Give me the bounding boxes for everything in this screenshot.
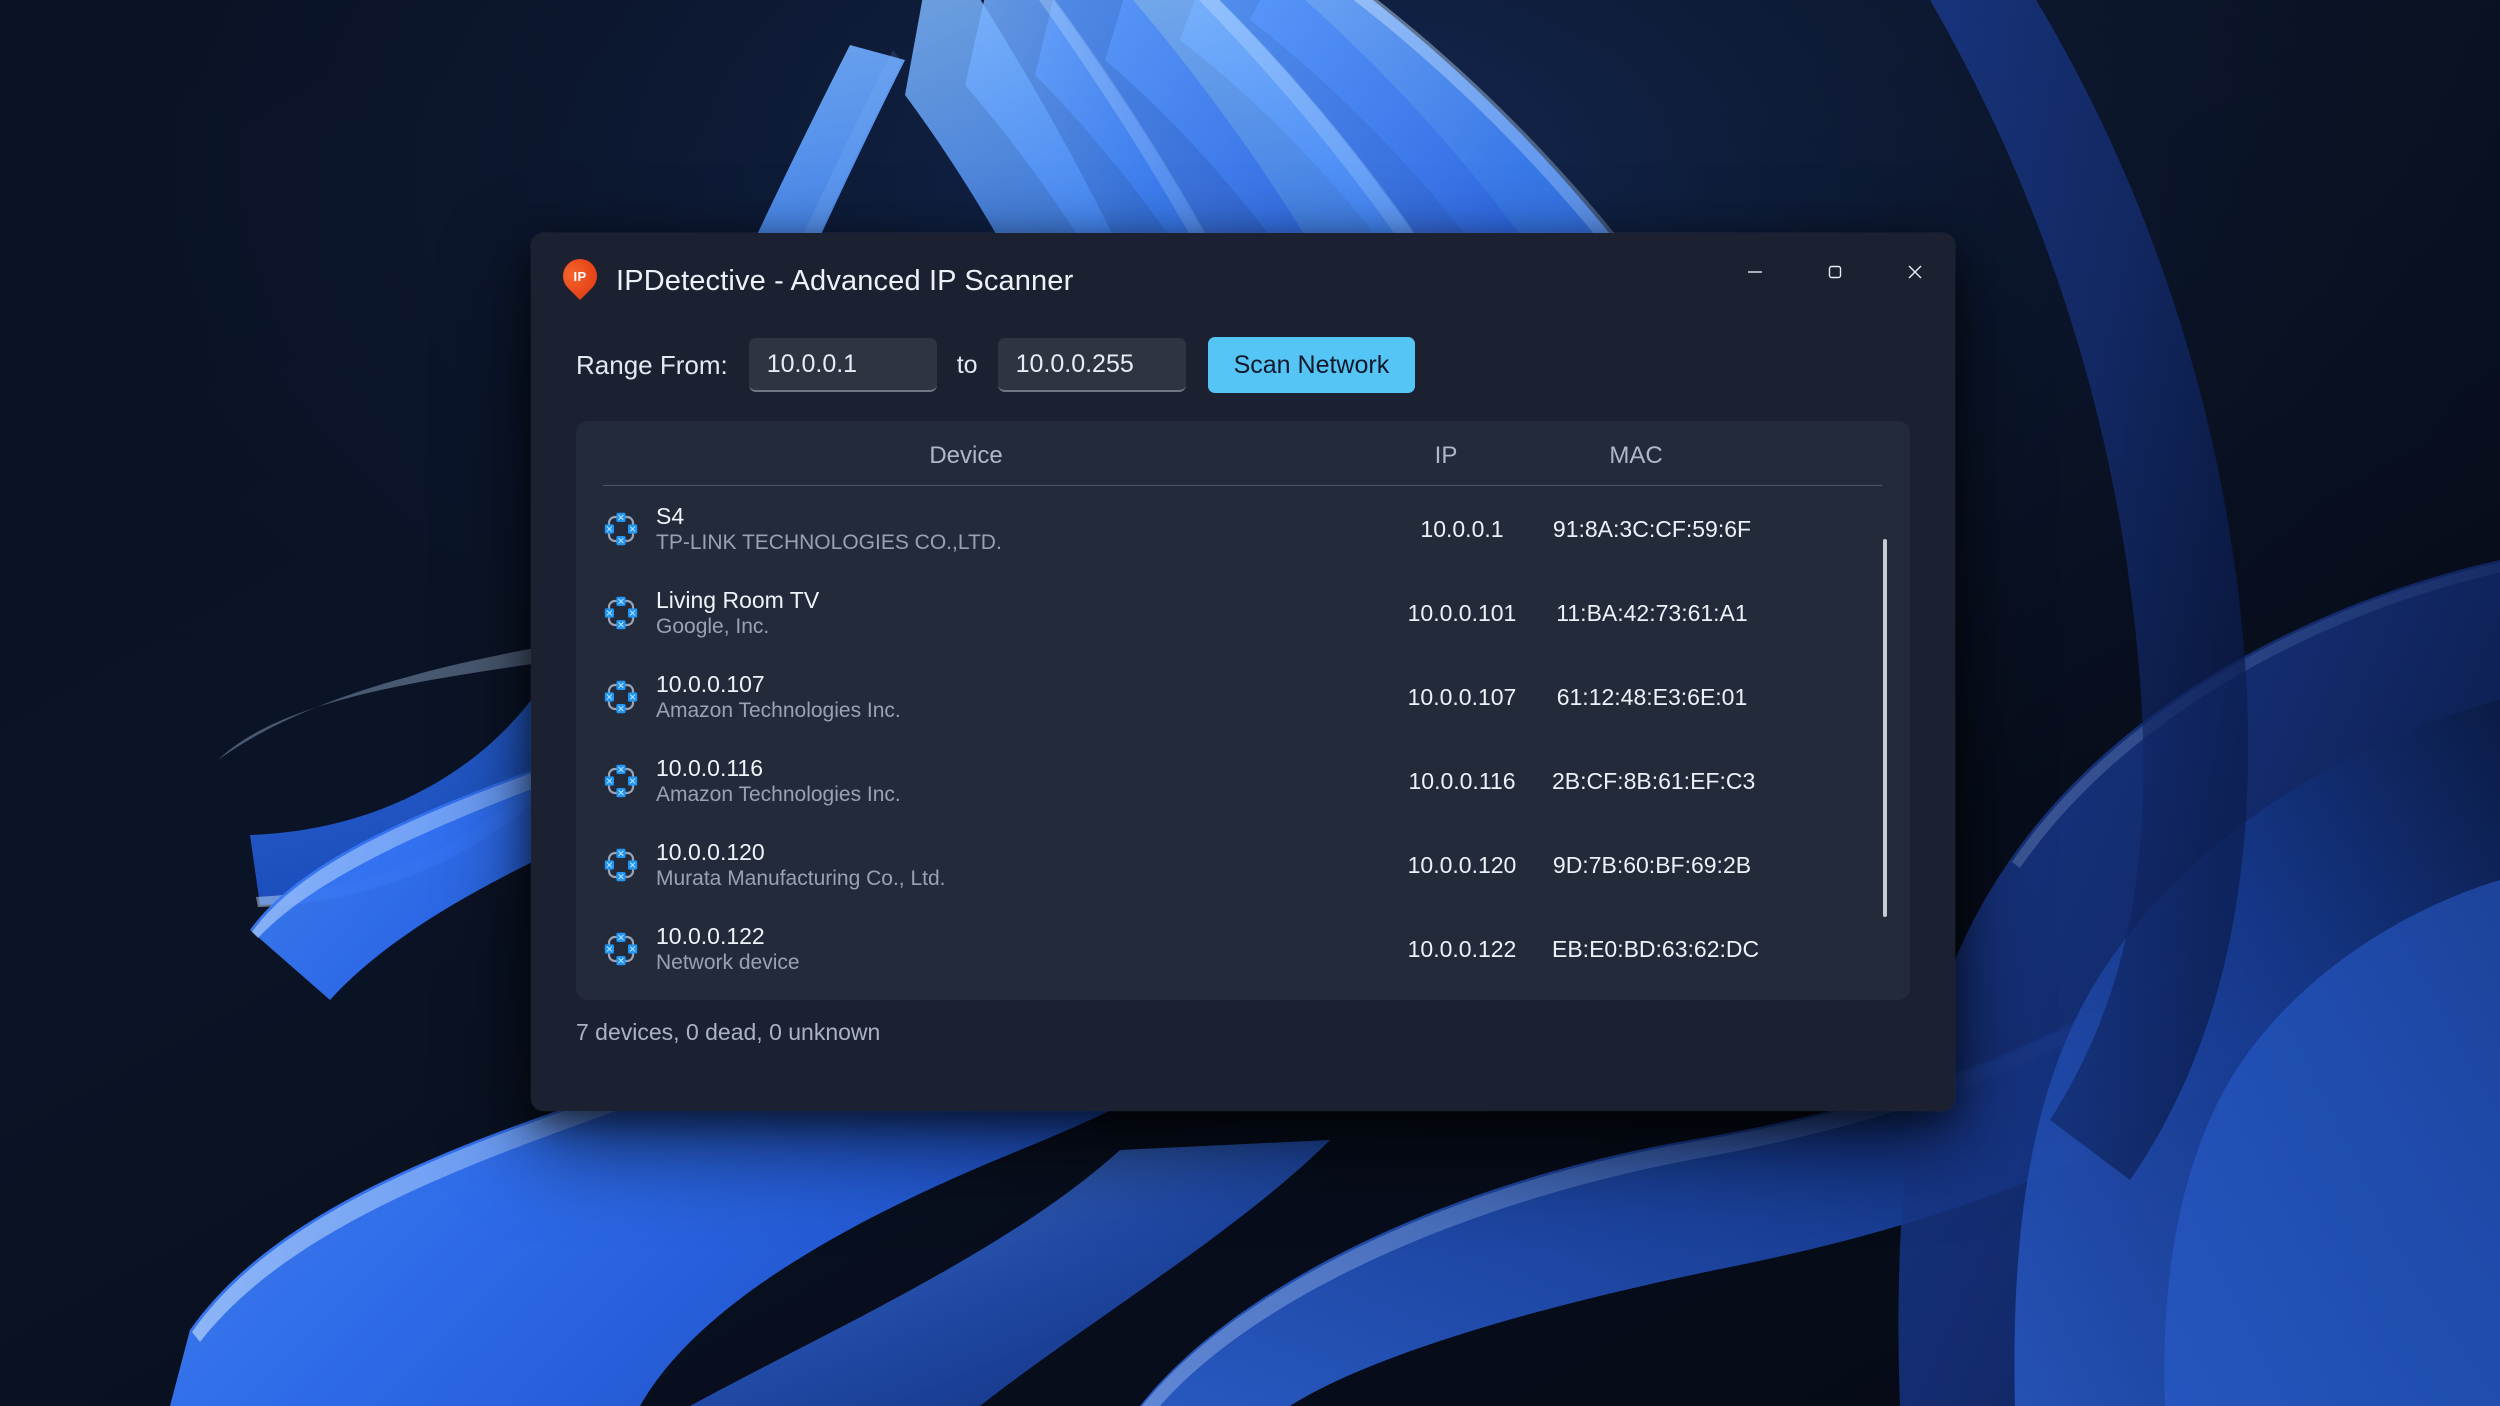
device-mac: 2B:CF:8B:61:EF:C3 (1552, 768, 1752, 795)
device-name-group: 10.0.0.116Amazon Technologies Inc. (656, 754, 1372, 809)
table-row[interactable]: 10.0.0.122Network device10.0.0.122EB:E0:… (576, 907, 1910, 991)
network-node-icon (604, 596, 638, 630)
table-row[interactable]: Living Room TVGoogle, Inc.10.0.0.10111:B… (576, 571, 1910, 655)
ip-pin-icon-label: IP (563, 259, 597, 293)
device-mac: 91:8A:3C:CF:59:6F (1552, 516, 1752, 543)
network-node-icon (604, 680, 638, 714)
device-name-group: 10.0.0.120Murata Manufacturing Co., Ltd. (656, 838, 1372, 893)
device-ip: 10.0.0.116 (1372, 768, 1552, 795)
minimize-icon (1744, 261, 1766, 283)
network-node-icon (604, 512, 638, 546)
device-mac: EB:E0:BD:63:62:DC (1552, 936, 1752, 963)
table-row[interactable]: 10.0.0.116Amazon Technologies Inc.10.0.0… (576, 739, 1910, 823)
window-controls (1715, 233, 1955, 311)
network-node-icon (604, 764, 638, 798)
device-name-group: Living Room TVGoogle, Inc. (656, 586, 1372, 641)
maximize-button[interactable] (1795, 233, 1875, 311)
network-node-icon (604, 512, 638, 546)
device-name: S4 (656, 502, 1372, 530)
status-bar: 7 devices, 0 dead, 0 unknown (531, 1000, 1955, 1046)
device-vendor: Murata Manufacturing Co., Ltd. (656, 866, 1372, 892)
range-from-label: Range From: (576, 350, 728, 381)
device-name-group: 10.0.0.122Network device (656, 922, 1372, 977)
device-name: 10.0.0.122 (656, 922, 1372, 950)
table-scrollbar-thumb[interactable] (1883, 539, 1887, 917)
device-vendor: TP-LINK TECHNOLOGIES CO.,LTD. (656, 530, 1372, 556)
window-title: IPDetective - Advanced IP Scanner (616, 265, 1073, 298)
device-vendor: Amazon Technologies Inc. (656, 782, 1372, 808)
column-header-device[interactable]: Device (576, 442, 1356, 470)
device-mac: 9D:7B:60:BF:69:2B (1552, 852, 1752, 879)
app-window: IP IPDetective - Advanced IP Scanner (531, 233, 1955, 1111)
device-name: 10.0.0.120 (656, 838, 1372, 866)
device-ip: 10.0.0.120 (1372, 852, 1552, 879)
device-name: 10.0.0.116 (656, 754, 1372, 782)
table-header-row: Device IP MAC (576, 421, 1910, 485)
device-vendor: Amazon Technologies Inc. (656, 698, 1372, 724)
network-node-icon (604, 764, 638, 798)
device-mac: 61:12:48:E3:6E:01 (1552, 684, 1752, 711)
status-text: 7 devices, 0 dead, 0 unknown (576, 1019, 880, 1045)
device-ip: 10.0.0.101 (1372, 600, 1552, 627)
desktop: IP IPDetective - Advanced IP Scanner (0, 0, 2500, 1406)
network-node-icon (604, 848, 638, 882)
device-name-group: 10.0.0.107Amazon Technologies Inc. (656, 670, 1372, 725)
table-row[interactable]: 10.0.0.120Murata Manufacturing Co., Ltd.… (576, 823, 1910, 907)
column-header-mac[interactable]: MAC (1536, 442, 1736, 470)
close-button[interactable] (1875, 233, 1955, 311)
device-ip: 10.0.0.122 (1372, 936, 1552, 963)
minimize-button[interactable] (1715, 233, 1795, 311)
range-to-input[interactable] (998, 338, 1186, 392)
column-header-ip[interactable]: IP (1356, 442, 1536, 470)
table-scrollbar[interactable] (1880, 505, 1890, 990)
table-row[interactable]: S4TP-LINK TECHNOLOGIES CO.,LTD.10.0.0.19… (576, 487, 1910, 571)
maximize-icon (1824, 261, 1846, 283)
network-node-icon (604, 932, 638, 966)
network-node-icon (604, 596, 638, 630)
device-vendor: Network device (656, 950, 1372, 976)
device-name: Living Room TV (656, 586, 1372, 614)
network-node-icon (604, 680, 638, 714)
range-from-input[interactable] (749, 338, 937, 392)
device-name: 10.0.0.107 (656, 670, 1372, 698)
network-node-icon (604, 848, 638, 882)
header-divider (603, 485, 1882, 486)
network-node-icon (604, 932, 638, 966)
table-rows-viewport[interactable]: S4TP-LINK TECHNOLOGIES CO.,LTD.10.0.0.19… (576, 487, 1910, 1000)
range-to-label: to (957, 351, 978, 380)
device-mac: 11:BA:42:73:61:A1 (1552, 600, 1752, 627)
window-titlebar[interactable]: IP IPDetective - Advanced IP Scanner (531, 233, 1955, 319)
device-ip: 10.0.0.1 (1372, 516, 1552, 543)
device-ip: 10.0.0.107 (1372, 684, 1552, 711)
results-table: Device IP MAC S4TP-LINK TECHNOLOGIES CO.… (576, 421, 1910, 1000)
table-row[interactable]: 10.0.0.107Amazon Technologies Inc.10.0.0… (576, 655, 1910, 739)
range-toolbar: Range From: to Scan Network (531, 325, 1955, 405)
title-group: IP IPDetective - Advanced IP Scanner (563, 259, 1073, 303)
device-vendor: Google, Inc. (656, 614, 1372, 640)
close-icon (1904, 261, 1926, 283)
ip-pin-icon: IP (563, 259, 597, 303)
scan-network-button[interactable]: Scan Network (1208, 337, 1416, 393)
device-name-group: S4TP-LINK TECHNOLOGIES CO.,LTD. (656, 502, 1372, 557)
